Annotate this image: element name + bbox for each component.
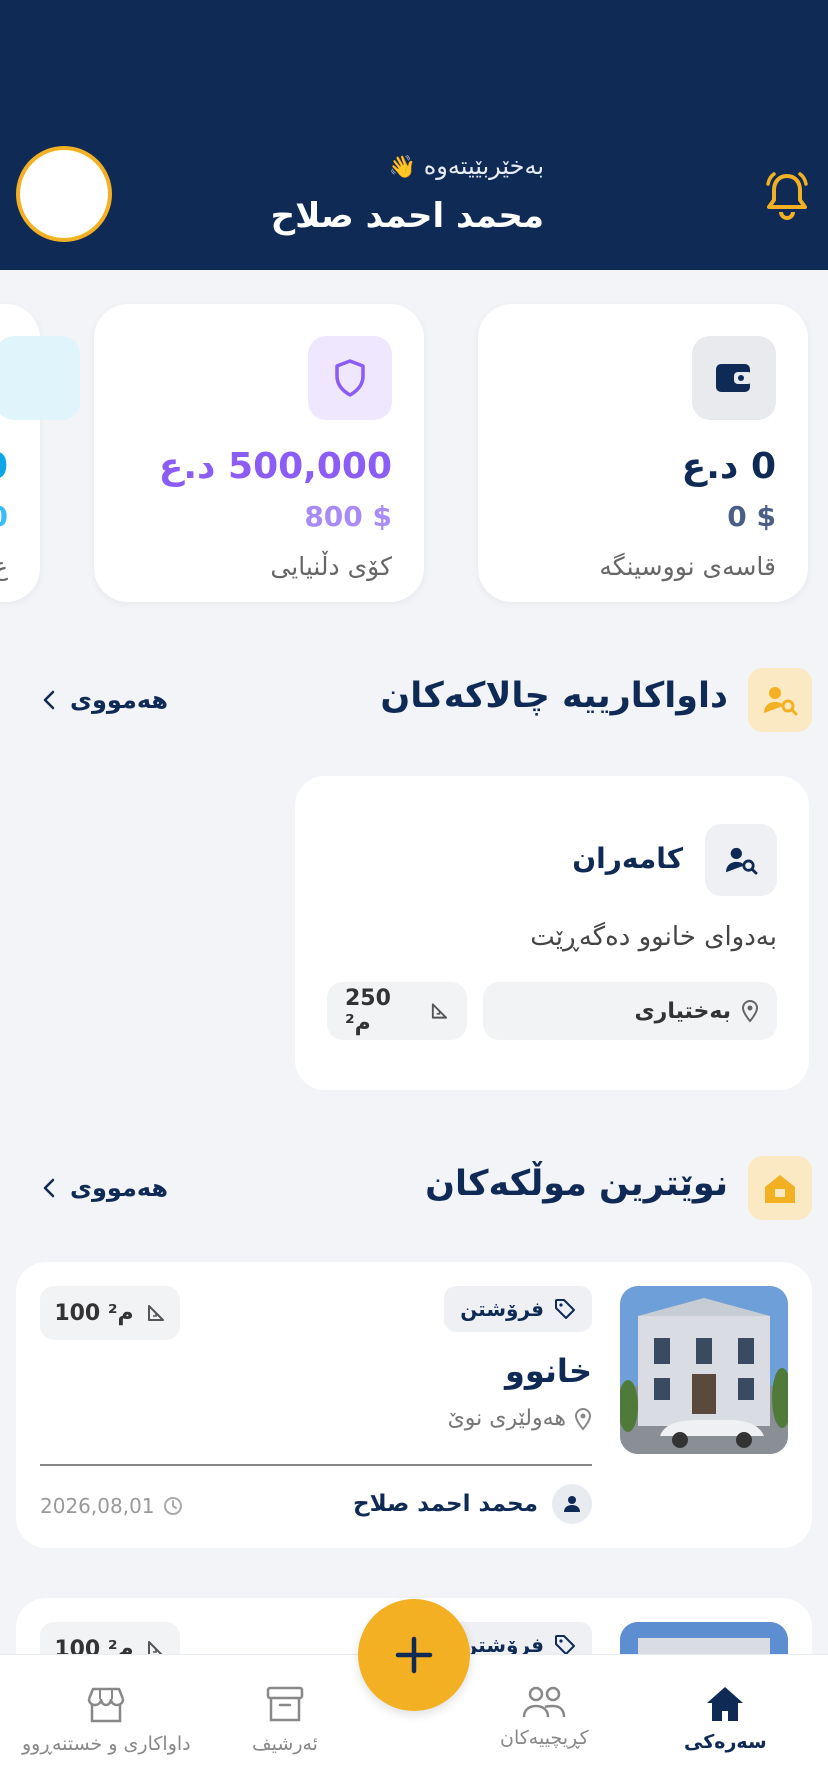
nav-archive[interactable]: ئەرشیف [252,1685,318,1755]
property-location: هەولێری نوێ [448,1406,592,1431]
latest-properties-icon [748,1156,812,1220]
tag-icon [555,1635,575,1655]
archive-icon [266,1686,304,1722]
user-search-icon [705,824,777,896]
nav-archive-label: ئەرشیف [252,1733,318,1755]
home-screen: بەخێربێیتەوە 👋 محمد احمد صلاح 0 د.ع $ 0 … [0,0,828,1792]
office-cash-usd: $ 0 [727,500,776,533]
users-icon [523,1686,566,1718]
clock-icon [163,1497,182,1515]
greeting: بەخێربێیتەوە 👋 [389,152,544,180]
office-cash-label: قاسەی نووسینگە [599,552,776,581]
office-cash-iqd: 0 د.ع [681,446,776,487]
insurance-usd: $ 800 [304,500,392,533]
latest-properties-see-all[interactable]: هەمووی [42,1174,168,1202]
user-icon [552,1484,592,1524]
property-location-text: هەولێری نوێ [447,1406,566,1431]
avatar[interactable] [16,146,112,242]
property-date-text: 2026,08,01 [40,1494,155,1518]
see-all-label: هەمووی [70,686,169,714]
nav-requests-offers-label: داواکاری و خستنەڕوو [22,1733,191,1755]
property-tag-text: فرۆشتن [460,1297,544,1321]
partial-card-value: 0 [0,446,8,487]
property-title: خانوو [504,1352,592,1390]
request-area: 250 م² [327,982,467,1040]
request-client-name: کامەران [572,842,683,875]
property-tag: فرۆشتن [444,1286,592,1332]
divider [40,1464,592,1466]
bell-icon[interactable] [762,168,812,224]
office-cash-card[interactable]: 0 د.ع $ 0 قاسەی نووسینگە [478,304,808,602]
see-all-label: هەمووی [70,1174,169,1202]
tag-icon [555,1299,575,1319]
insurance-label: کۆی دڵنیایی [270,552,392,581]
partial-card-icon [0,336,80,420]
nav-buyers-label: کڕیچییەکان [500,1727,589,1749]
nav-home-label: سەرەکی [684,1731,767,1753]
partial-card-label: ع [0,552,8,581]
total-insurance-card[interactable]: 500,000 د.ع $ 800 کۆی دڵنیایی [94,304,424,602]
location-pin-icon [741,999,759,1023]
wave-icon: 👋 [388,155,417,180]
stat-cards: 0 د.ع $ 0 قاسەی نووسینگە 500,000 د.ع $ 8… [0,304,828,604]
partial-card[interactable]: 0 0 ع [0,304,80,602]
active-requests-title: داواکارییە چالاکەکان [380,676,728,716]
greeting-text: بەخێربێیتەوە [423,152,544,180]
property-photo [620,1286,788,1454]
nav-requests-offers[interactable]: داواکاری و خستنەڕوو [22,1685,191,1755]
header: بەخێربێیتەوە 👋 محمد احمد صلاح [0,0,828,270]
add-button[interactable] [358,1599,470,1711]
shield-icon [308,336,392,420]
property-owner: محمد احمد صلاح [353,1484,592,1524]
ruler-icon [147,1305,164,1321]
location-pin-icon [574,1407,592,1431]
latest-properties-title: نوێترین موڵکەکان [425,1164,728,1204]
chevron-left-icon [43,690,55,710]
plus-icon [395,1636,433,1674]
insurance-iqd: 500,000 د.ع [158,446,392,487]
home-icon [707,1687,744,1721]
nav-buyers[interactable]: کڕیچییەکان [500,1685,589,1749]
property-area-text: 100 م² [54,1300,134,1326]
wallet-icon [692,336,776,420]
active-requests-see-all[interactable]: هەمووی [42,686,168,714]
property-date: 2026,08,01 [40,1494,183,1518]
property-card[interactable]: فرۆشتن 100 م² خانوو هەولێری نوێ محمد احم… [16,1262,812,1548]
nav-home[interactable]: سەرەکی [684,1685,767,1753]
request-area-text: 250 م² [345,986,391,1036]
user-name: محمد احمد صلاح [270,196,544,236]
request-card[interactable]: کامەران بەدوای خانوو دەگەڕێت بەختیاری 25… [295,776,809,1090]
active-requests-icon [748,668,812,732]
property-owner-name: محمد احمد صلاح [353,1491,538,1517]
request-description: بەدوای خانوو دەگەڕێت [530,922,777,952]
store-icon [88,1687,125,1723]
request-location: بەختیاری [483,982,777,1040]
partial-card-usd: 0 [0,500,8,533]
property-area: 100 م² [40,1286,180,1340]
request-location-text: بەختیاری [634,998,731,1024]
ruler-icon [431,1003,448,1019]
chevron-left-icon [43,1178,55,1198]
